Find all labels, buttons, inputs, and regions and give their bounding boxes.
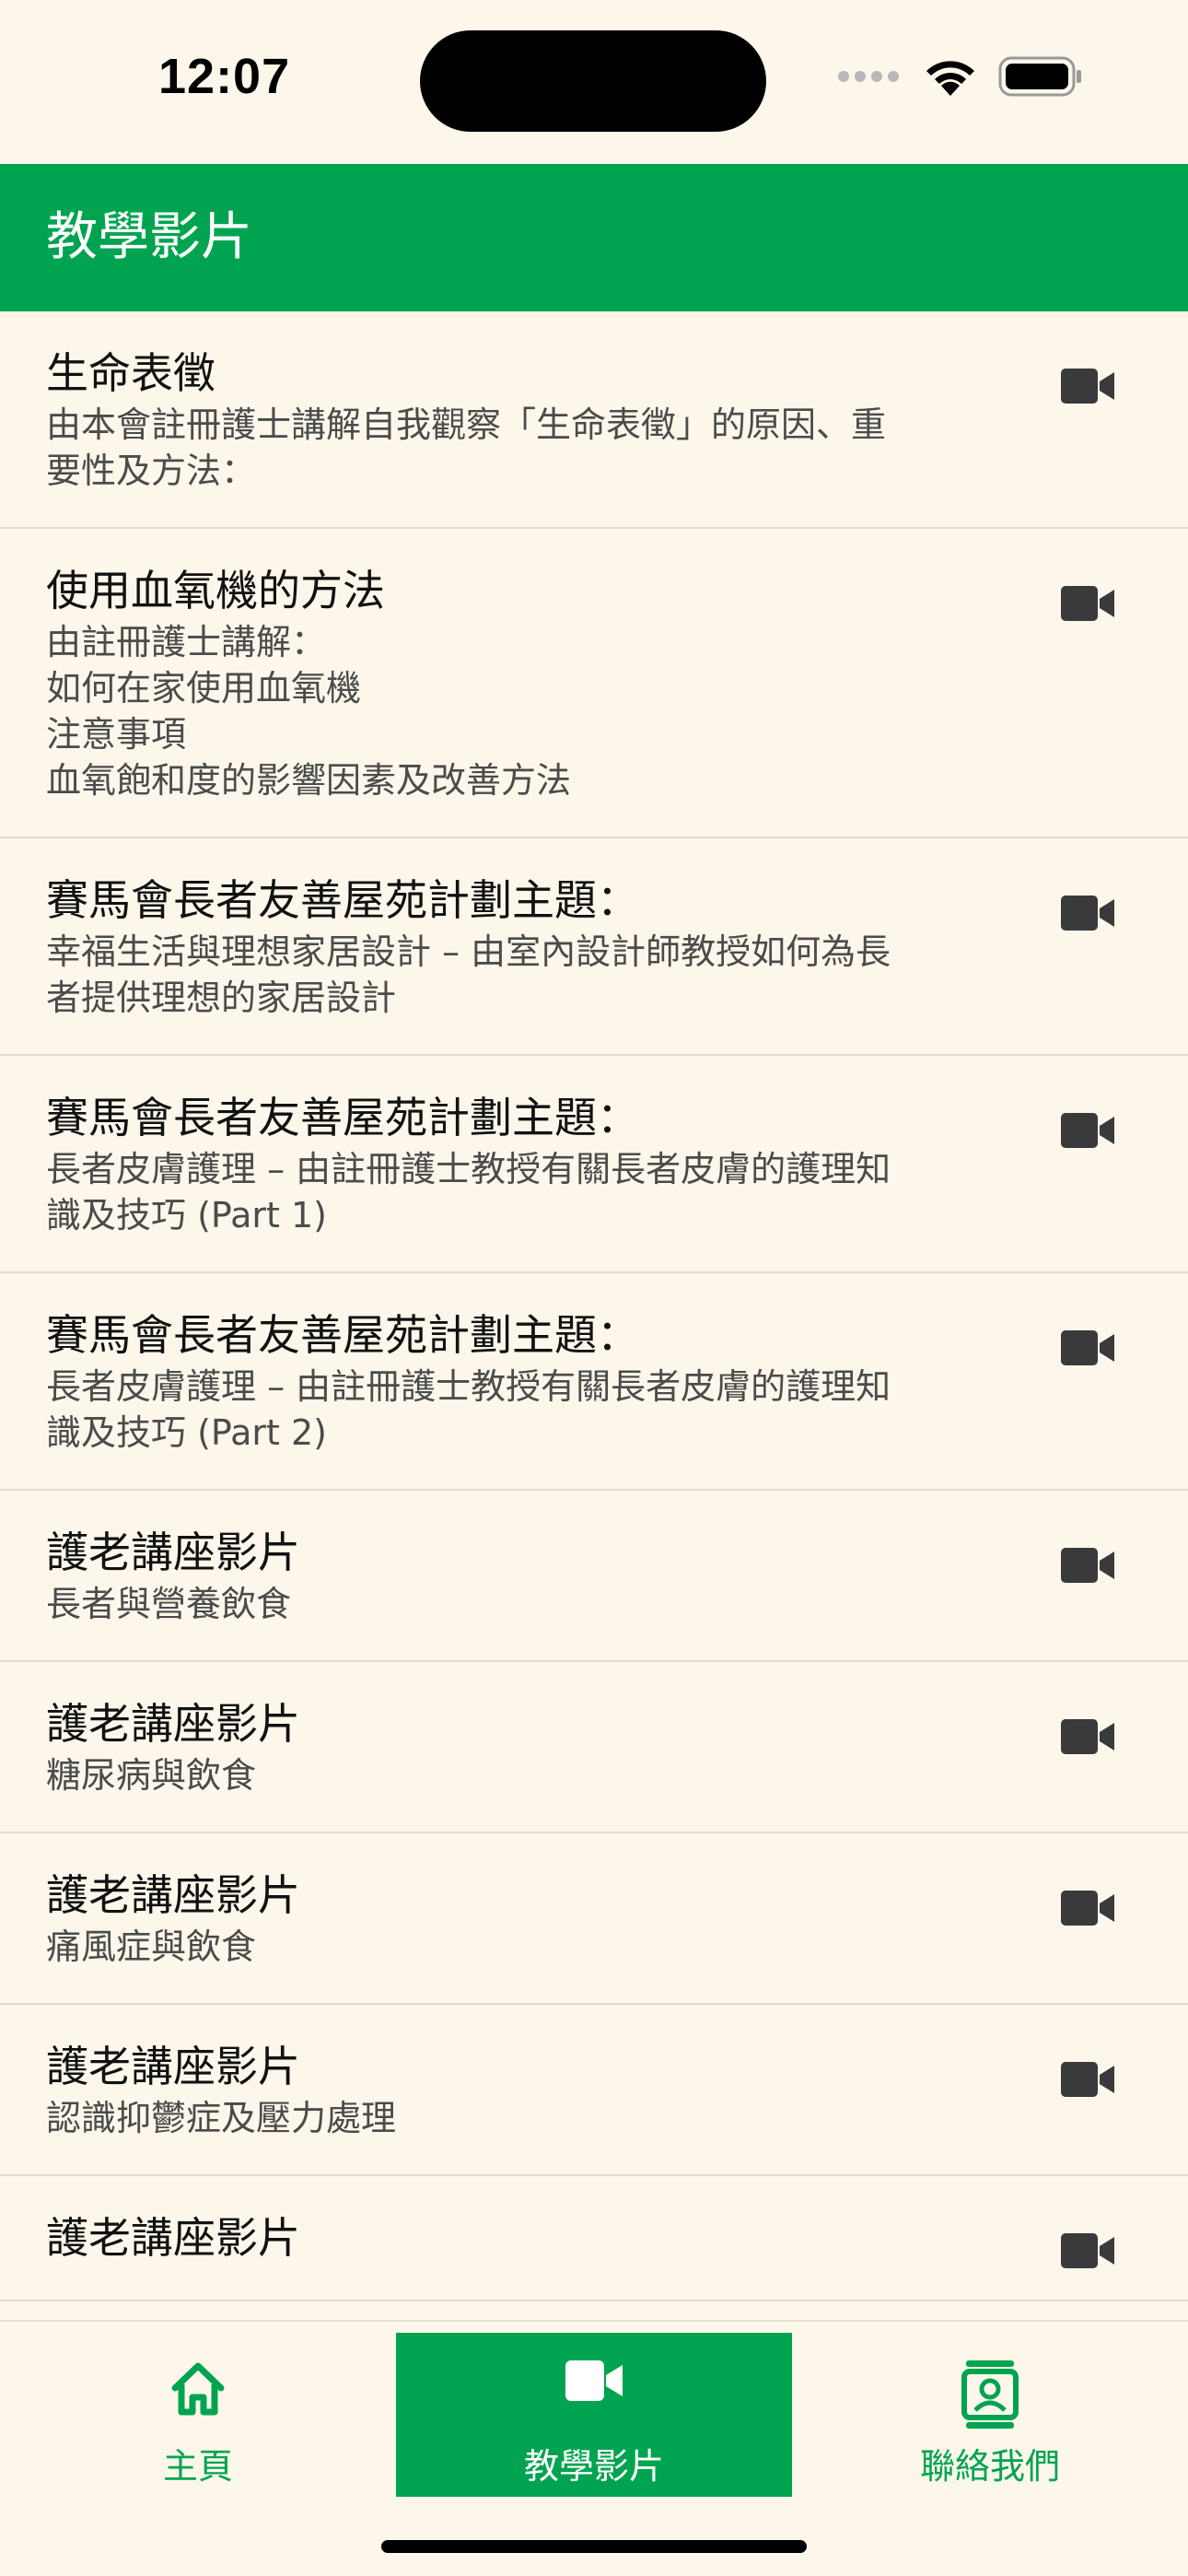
video-description: 長者皮膚護理 – 由註冊護士教授有關長者皮膚的護理知 識及技巧 (Part 2) xyxy=(46,1366,891,1453)
home-icon xyxy=(0,2360,396,2425)
video-list-item[interactable]: 賽馬會長者友善屋苑計劃主題： 長者皮膚護理 – 由註冊護士教授有關長者皮膚的護理… xyxy=(0,1273,1188,1491)
video-list-item[interactable]: 護老講座影片 糖尿病與飲食 xyxy=(0,1662,1188,1833)
video-title: 護老講座影片 xyxy=(46,1528,300,1577)
video-list-item[interactable]: 賽馬會長者友善屋苑計劃主題： 幸福生活與理想家居設計 – 由室內設計師教授如何為… xyxy=(0,838,1188,1056)
video-camera-icon[interactable] xyxy=(1061,896,1114,934)
video-description: 長者皮膚護理 – 由註冊護士教授有關長者皮膚的護理知 識及技巧 (Part 1) xyxy=(46,1149,891,1235)
app-header: 教學影片 xyxy=(0,164,1188,311)
status-bar: 12:07 xyxy=(0,0,1188,164)
contacts-icon xyxy=(792,2360,1188,2429)
tab-label: 聯絡我們 xyxy=(919,2446,1060,2487)
tab-contact[interactable]: 聯絡我們 xyxy=(792,2333,1188,2497)
bottom-tab-bar: 主頁 教學影片 聯絡我們 xyxy=(0,2320,1188,2576)
video-camera-icon[interactable] xyxy=(1061,2062,1114,2101)
video-description: 長者與營養飲食 xyxy=(46,1584,292,1624)
video-list-item[interactable]: 護老講座影片 認識抑鬱症及壓力處理 xyxy=(0,2005,1188,2176)
video-list-item[interactable]: 生命表徵 由本會註冊護士講解自我觀察「生命表徵」的原因、重 要性及方法： xyxy=(0,311,1188,529)
video-description: 痛風症與飲食 xyxy=(46,1926,257,1967)
status-time: 12:07 xyxy=(158,49,291,104)
video-camera-icon[interactable] xyxy=(1061,1548,1114,1587)
video-title: 賽馬會長者友善屋苑計劃主題： xyxy=(46,875,639,925)
video-list-item[interactable]: 使用血氧機的方法 由註冊護士講解： 如何在家使用血氧機 注意事項 血氧飽和度的影… xyxy=(0,529,1188,838)
video-title: 賽馬會長者友善屋苑計劃主題： xyxy=(46,1093,639,1142)
tab-videos[interactable]: 教學影片 xyxy=(396,2333,792,2497)
video-title: 賽馬會長者友善屋苑計劃主題： xyxy=(46,1310,639,1360)
video-list-item[interactable]: 賽馬會長者友善屋苑計劃主題： 長者皮膚護理 – 由註冊護士教授有關長者皮膚的護理… xyxy=(0,1056,1188,1273)
tab-home[interactable]: 主頁 xyxy=(0,2333,396,2497)
video-title: 護老講座影片 xyxy=(46,1699,300,1749)
video-camera-icon[interactable] xyxy=(1061,1891,1114,1929)
video-description: 由本會註冊護士講解自我觀察「生命表徵」的原因、重 要性及方法： xyxy=(46,404,887,491)
video-title: 護老講座影片 xyxy=(46,1870,300,1920)
video-camera-icon[interactable] xyxy=(1061,2233,1114,2272)
dynamic-island xyxy=(420,30,766,132)
home-indicator[interactable] xyxy=(381,2540,807,2553)
video-title: 生命表徵 xyxy=(46,348,215,398)
video-list-item[interactable]: 護老講座影片 長者與營養飲食 xyxy=(0,1491,1188,1662)
battery-icon xyxy=(998,55,1083,101)
video-camera-icon[interactable] xyxy=(1061,1719,1114,1758)
video-description: 認識抑鬱症及壓力處理 xyxy=(46,2098,397,2138)
video-description: 幸福生活與理想家居設計 – 由室內設計師教授如何為長 者提供理想的家居設計 xyxy=(46,931,891,1018)
tab-label: 主頁 xyxy=(162,2446,233,2487)
status-indicators xyxy=(836,55,1083,101)
page-title: 教學影片 xyxy=(46,207,252,267)
video-title: 護老講座影片 xyxy=(46,2213,300,2263)
video-list-item[interactable]: 護老講座影片 xyxy=(0,2176,1188,2301)
video-description: 由註冊護士講解： 如何在家使用血氧機 注意事項 血氧飽和度的影響因素及改善方法 xyxy=(46,622,572,801)
video-camera-icon[interactable] xyxy=(1061,369,1114,407)
video-camera-icon[interactable] xyxy=(1061,1330,1114,1369)
video-camera-icon[interactable] xyxy=(1061,586,1114,625)
video-description: 糖尿病與飲食 xyxy=(46,1755,257,1796)
signal-icon xyxy=(836,69,903,88)
tab-label: 教學影片 xyxy=(523,2446,664,2487)
video-camera-icon xyxy=(396,2360,792,2425)
video-title: 使用血氧機的方法 xyxy=(46,566,385,615)
video-list[interactable]: 生命表徵 由本會註冊護士講解自我觀察「生命表徵」的原因、重 要性及方法： 使用血… xyxy=(0,311,1188,2320)
wifi-icon xyxy=(923,55,978,101)
video-camera-icon[interactable] xyxy=(1061,1113,1114,1152)
video-list-item[interactable]: 護老講座影片 痛風症與飲食 xyxy=(0,1833,1188,2005)
video-title: 護老講座影片 xyxy=(46,2042,300,2091)
